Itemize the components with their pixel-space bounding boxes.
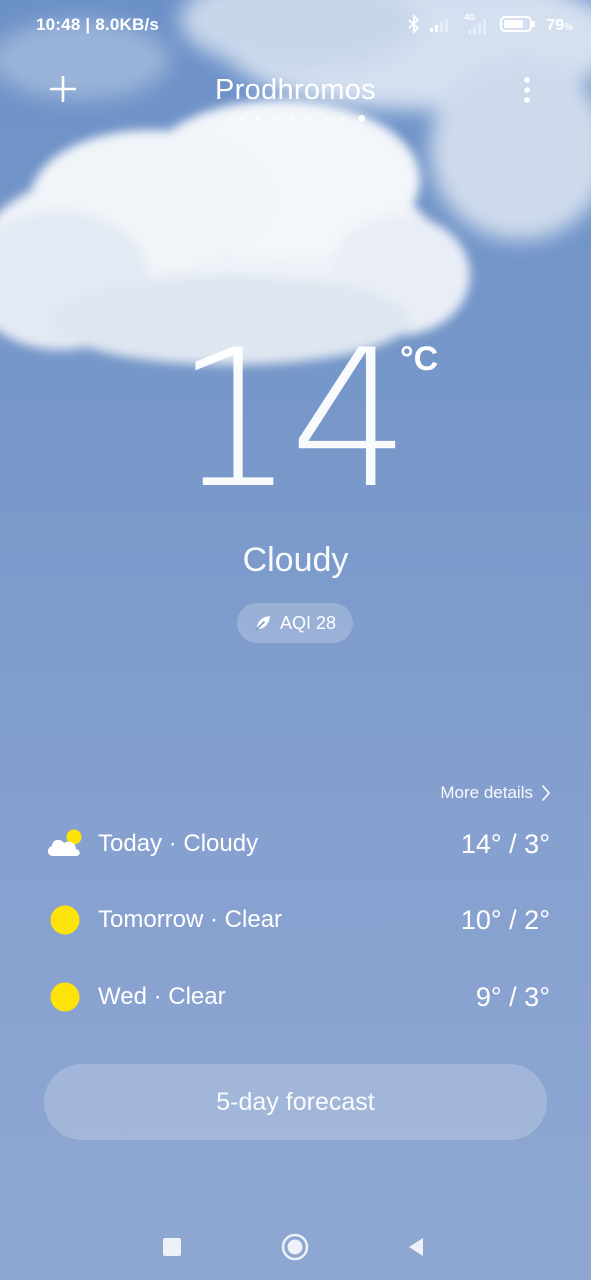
forecast-day-temps: 10° / 2° [460, 904, 550, 935]
sun-icon [44, 975, 86, 1019]
forecast-row-tomorrow[interactable]: Tomorrow · Clear 10° / 2° [44, 898, 550, 942]
sun-icon [44, 898, 86, 942]
back-triangle-icon [409, 1238, 423, 1256]
forecast-day-temps: 9° / 3° [475, 981, 550, 1012]
five-day-forecast-button[interactable]: 5-day forecast [44, 1064, 547, 1140]
status-bar: 10:48 | 8.0KB/s 4G 79% [0, 0, 591, 52]
aqi-badge[interactable]: AQI 28 [237, 603, 353, 643]
battery-percent-value: 79 [546, 17, 565, 34]
system-nav-bar [0, 1215, 591, 1275]
home-button[interactable] [275, 1227, 315, 1267]
current-condition: Cloudy [242, 541, 349, 579]
page-dot [272, 117, 277, 121]
page-dot [289, 117, 294, 121]
home-circle-icon [281, 1233, 309, 1261]
cloudy-sun-icon [44, 822, 86, 866]
forecast-row-today[interactable]: Today · Cloudy 14° / 3° [44, 822, 550, 866]
battery-icon [500, 15, 536, 38]
current-temperature: 14 [174, 309, 411, 530]
more-options-button[interactable] [513, 72, 541, 108]
forecast-day-label: Wed · Clear [98, 983, 226, 1010]
more-details-link[interactable]: More details [440, 783, 551, 803]
battery-percent-unit: % [564, 22, 573, 33]
temperature-unit: °C [400, 340, 439, 378]
current-temperature-block: 14 °C [0, 315, 591, 525]
weather-screen: 10:48 | 8.0KB/s 4G 79% Prodhromos 14 °C … [0, 0, 591, 1280]
page-dot [306, 117, 311, 121]
recents-square-icon [163, 1238, 181, 1256]
city-name[interactable]: Prodhromos [0, 74, 591, 107]
leaf-icon [255, 616, 270, 631]
recents-button[interactable] [152, 1227, 192, 1267]
more-details-label: More details [440, 783, 533, 802]
status-icons: 4G 79% [408, 13, 573, 39]
page-dot [340, 117, 345, 121]
forecast-day-temps: 14° / 3° [460, 828, 550, 859]
status-time-speed: 10:48 | 8.0KB/s [36, 15, 160, 34]
forecast-day-label: Tomorrow · Clear [98, 906, 283, 933]
page-indicator [0, 115, 591, 125]
forecast-day-label: Today · Cloudy [98, 830, 259, 857]
forecast-row-wed[interactable]: Wed · Clear 9° / 3° [44, 975, 550, 1019]
signal-icon [430, 16, 452, 37]
signal-4g-icon: 4G [462, 13, 490, 36]
back-button[interactable] [396, 1227, 436, 1267]
chevron-right-icon [542, 785, 551, 801]
page-dot [255, 117, 260, 121]
bluetooth-icon [408, 13, 420, 39]
more-vertical-icon [524, 77, 530, 103]
page-dot [323, 117, 328, 121]
page-dot [238, 117, 243, 121]
battery-percent: 79% [546, 17, 573, 35]
aqi-label: AQI 28 [279, 612, 337, 633]
page-dot-active [357, 115, 365, 122]
